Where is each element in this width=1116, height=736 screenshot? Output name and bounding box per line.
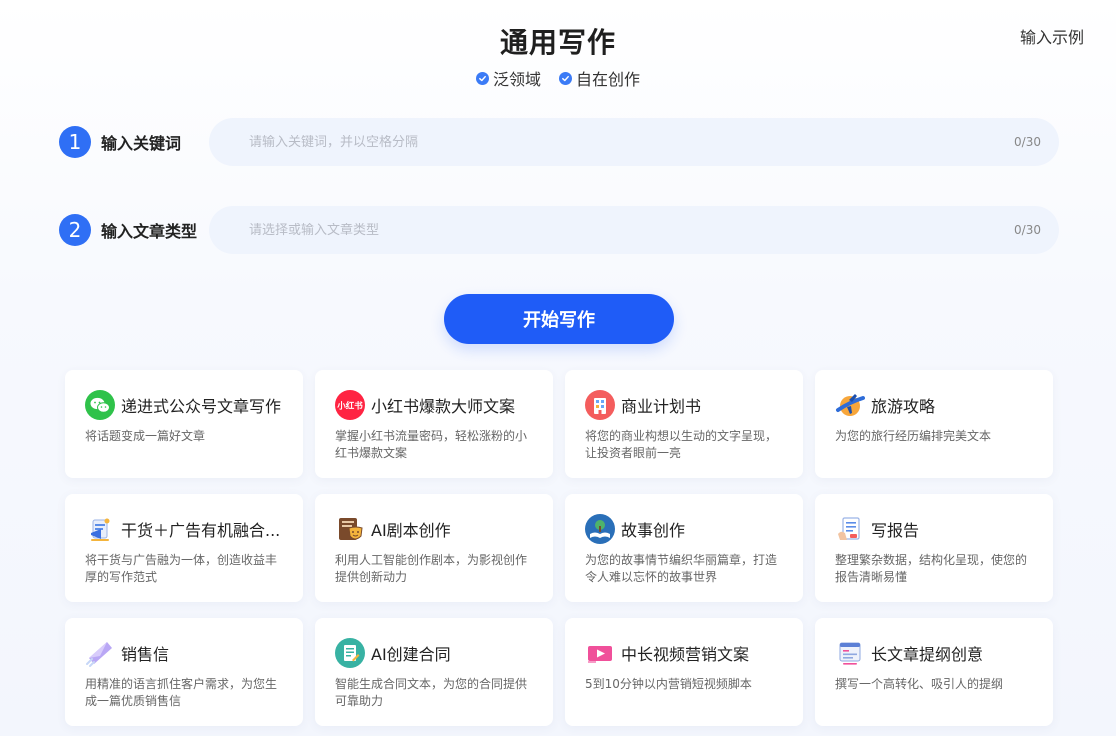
template-card-ai-script[interactable]: AI剧本创作 利用人工智能创作剧本，为影视创作提供创新动力: [315, 494, 553, 602]
template-card-sales-letter[interactable]: 销售信 用精准的语言抓住客户需求，为您生成一篇优质销售信: [65, 618, 303, 726]
check-circle-icon: [475, 71, 489, 85]
card-title: 中长视频营销文案: [621, 645, 750, 664]
step-number-2: 2: [59, 214, 91, 246]
card-title: 小红书爆款大师文案: [371, 397, 516, 416]
keyword-label: 输入关键词: [101, 134, 182, 153]
article-type-char-counter: 0/30: [1014, 223, 1041, 237]
wechat-icon: [85, 390, 115, 420]
letter-icon: [85, 638, 115, 668]
template-card-story[interactable]: 故事创作 为您的故事情节编织华丽篇章，打造令人难以忘怀的故事世界: [565, 494, 803, 602]
feature-tag-label: 泛领域: [492, 70, 541, 89]
card-description: 用精准的语言抓住客户需求，为您生成一篇优质销售信: [85, 677, 278, 708]
page-title: 通用写作: [499, 26, 616, 59]
template-card-video-marketing[interactable]: 中长视频营销文案 5到10分钟以内营销短视频脚本: [565, 618, 803, 726]
template-card-outline[interactable]: 长文章提纲创意 撰写一个高转化、吸引人的提纲: [815, 618, 1053, 726]
keyword-field[interactable]: 0/30: [209, 118, 1059, 166]
feature-tag: 自在创作: [559, 66, 640, 90]
article-type-row: 2 输入文章类型 0/30: [59, 206, 1059, 254]
card-title: 销售信: [121, 645, 170, 664]
article-type-input[interactable]: [249, 222, 1015, 238]
article-type-field[interactable]: 0/30: [209, 206, 1059, 254]
report-icon: [835, 514, 865, 544]
card-title: 旅游攻略: [871, 397, 936, 416]
megaphone-icon: [85, 514, 115, 544]
card-description: 为您的故事情节编织华丽篇章，打造令人难以忘怀的故事世界: [585, 553, 778, 584]
page-header: 通用写作 泛领域 自在创作: [0, 24, 1116, 90]
video-play-icon: [585, 638, 615, 668]
template-grid: 递进式公众号文章写作 将话题变成一篇好文章 小红书 小红书爆款大师文案 掌握小红…: [65, 370, 1053, 726]
template-card-ai-contract[interactable]: AI创建合同 智能生成合同文本，为您的合同提供可靠助力: [315, 618, 553, 726]
feature-tag-label: 自在创作: [576, 70, 641, 89]
step-number-1: 1: [59, 126, 91, 158]
card-title: 干货＋广告有机融合...: [121, 521, 281, 540]
card-description: 将干货与广告融为一体，创造收益丰厚的写作范式: [85, 553, 278, 584]
keyword-input[interactable]: [249, 134, 1015, 150]
contract-icon: [335, 638, 365, 668]
article-type-label: 输入文章类型: [101, 222, 198, 241]
template-card-xiaohongshu[interactable]: 小红书 小红书爆款大师文案 掌握小红书流量密码，轻松涨粉的小红书爆款文案: [315, 370, 553, 478]
card-description: 将话题变成一篇好文章: [85, 429, 206, 443]
template-card-travel-guide[interactable]: 旅游攻略 为您的旅行经历编排完美文本: [815, 370, 1053, 478]
card-title: AI创建合同: [371, 645, 451, 664]
card-description: 为您的旅行经历编排完美文本: [835, 429, 992, 443]
building-icon: [585, 390, 615, 420]
card-description: 智能生成合同文本，为您的合同提供可靠助力: [335, 677, 528, 708]
outline-icon: [835, 638, 865, 668]
check-circle-icon: [559, 71, 572, 85]
card-description: 5到10分钟以内营销短视频脚本: [585, 677, 752, 691]
card-title: 写报告: [871, 521, 920, 540]
template-card-content-ad[interactable]: 干货＋广告有机融合... 将干货与广告融为一体，创造收益丰厚的写作范式: [65, 494, 303, 602]
card-title: 故事创作: [621, 521, 686, 540]
card-description: 撰写一个高转化、吸引人的提纲: [835, 677, 1004, 691]
card-title: 递进式公众号文章写作: [121, 397, 282, 416]
card-title: 长文章提纲创意: [871, 645, 984, 664]
template-card-wechat-article[interactable]: 递进式公众号文章写作 将话题变成一篇好文章: [65, 370, 303, 478]
storybook-icon: [585, 514, 615, 544]
card-title: AI剧本创作: [371, 521, 451, 540]
card-description: 将您的商业构想以生动的文字呈现，让投资者眼前一亮: [585, 429, 778, 460]
drama-mask-icon: [335, 514, 365, 544]
xiaohongshu-icon: 小红书: [335, 390, 365, 420]
card-title: 商业计划书: [621, 397, 702, 416]
keyword-row: 1 输入关键词 0/30: [59, 118, 1059, 166]
card-description: 利用人工智能创作剧本，为影视创作提供创新动力: [335, 553, 528, 584]
template-card-business-plan[interactable]: 商业计划书 将您的商业构想以生动的文字呈现，让投资者眼前一亮: [565, 370, 803, 478]
card-description: 整理繁杂数据，结构化呈现，使您的报告清晰易懂: [835, 553, 1028, 584]
airplane-icon: [835, 390, 865, 420]
template-card-report[interactable]: 写报告 整理繁杂数据，结构化呈现，使您的报告清晰易懂: [815, 494, 1053, 602]
feature-tag: 泛领域: [475, 66, 541, 90]
feature-tags: 泛领域 自在创作: [0, 66, 1116, 90]
keyword-char-counter: 0/30: [1014, 135, 1041, 149]
xiaohongshu-icon-text: 小红书: [336, 401, 363, 412]
start-writing-button[interactable]: 开始写作: [444, 294, 674, 344]
card-description: 掌握小红书流量密码，轻松涨粉的小红书爆款文案: [335, 429, 528, 460]
